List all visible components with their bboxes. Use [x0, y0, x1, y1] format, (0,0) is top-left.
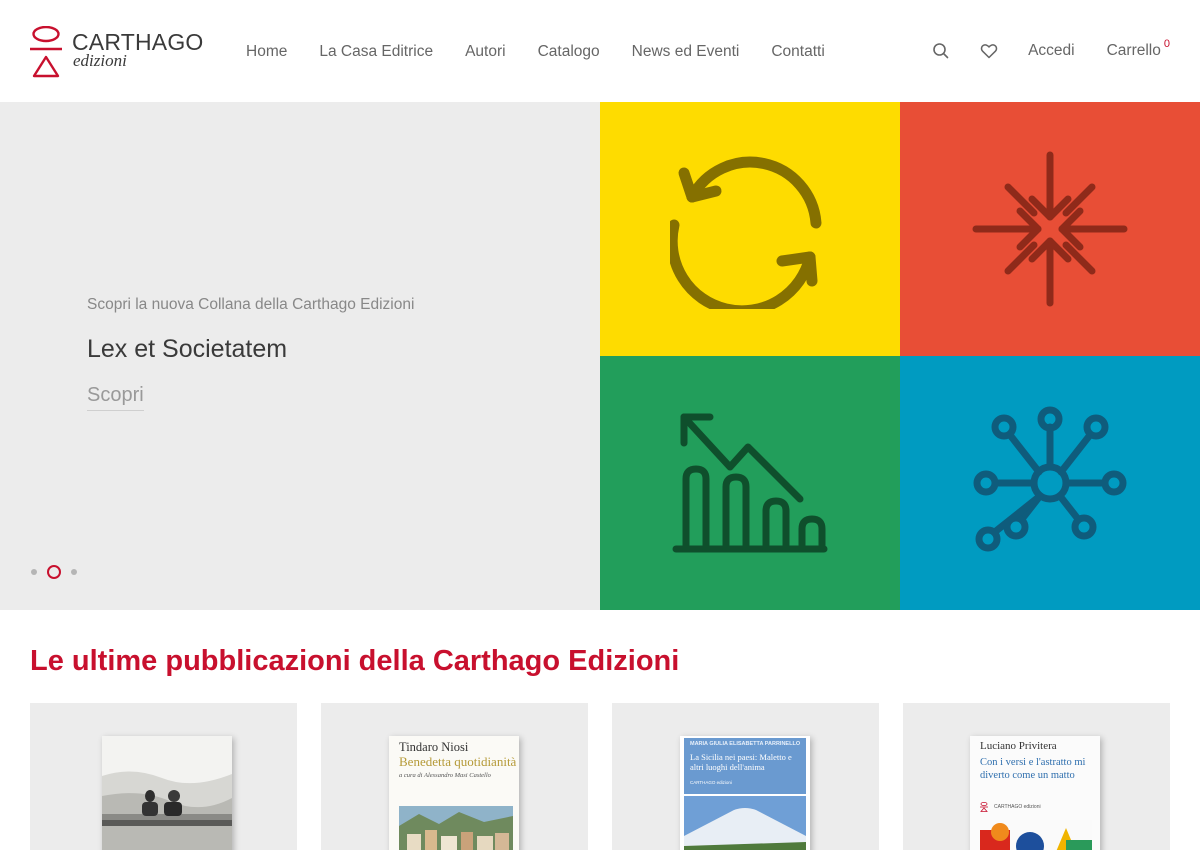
hero-tile-cycle: [600, 102, 900, 356]
book-card-2[interactable]: Tindaro Niosi Benedetta quotidianità a c…: [321, 703, 588, 850]
nav-news-eventi[interactable]: News ed Eventi: [632, 43, 740, 61]
cover-photo-town: [399, 806, 513, 850]
book-subtitle: a cura di Alessandro Masi Castello: [399, 772, 491, 779]
cart-link[interactable]: Carrello 0: [1106, 38, 1170, 60]
book-title: Con i versi e l'astratto mi diverto come…: [980, 757, 1086, 782]
heart-icon[interactable]: [980, 42, 998, 60]
book-cover-3: MARIA GIULIA ELISABETTA PARRINELLO La Si…: [680, 736, 810, 850]
hero-discover-link[interactable]: Scopri: [87, 384, 144, 411]
book-title: Benedetta quotidianità: [399, 754, 517, 769]
hero-tile-decline-chart: [600, 356, 900, 610]
nav-casa-editrice[interactable]: La Casa Editrice: [319, 43, 433, 61]
book-publisher: CARTHAGO edizioni: [994, 804, 1041, 810]
book-author: MARIA GIULIA ELISABETTA PARRINELLO: [690, 741, 801, 747]
network-hub-icon: [973, 406, 1127, 552]
hero-slider: Scopri la nuova Collana della Carthago E…: [0, 102, 1200, 610]
book-author: Tindaro Niosi: [399, 740, 469, 754]
book-cover-2: Tindaro Niosi Benedetta quotidianità a c…: [389, 736, 519, 850]
main-nav: Home La Casa Editrice Autori Catalogo Ne…: [246, 43, 825, 61]
converge-arrows-icon: [972, 151, 1128, 307]
hero-title: Lex et Societatem: [87, 335, 288, 363]
nav-autori[interactable]: Autori: [465, 43, 506, 61]
book-card-3[interactable]: MARIA GIULIA ELISABETTA PARRINELLO La Si…: [612, 703, 879, 850]
carthago-mini-logo-icon: [980, 802, 988, 812]
site-header: CARTHAGO edizioni Home La Casa Editrice …: [0, 0, 1200, 102]
book-title: La Sicilia nei paesi: Maletto e altri lu…: [690, 752, 792, 772]
slider-dots: [31, 565, 87, 579]
cycle-arrows-icon: [670, 156, 822, 309]
cover-photo-etna: [684, 796, 806, 850]
brand-logo[interactable]: CARTHAGO edizioni: [30, 26, 203, 80]
nav-home[interactable]: Home: [246, 43, 287, 61]
book-publisher: CARTHAGO edizioni: [690, 780, 732, 785]
hero-tile-converge: [900, 102, 1200, 356]
slider-dot-3[interactable]: [71, 569, 77, 575]
cart-count-badge: 0: [1163, 38, 1170, 50]
carthago-logo-icon: [30, 26, 62, 78]
cover-abstract-art: [980, 820, 1092, 850]
hero-text-panel: Scopri la nuova Collana della Carthago E…: [0, 102, 600, 610]
search-icon[interactable]: [932, 42, 950, 60]
cart-label: Carrello: [1106, 42, 1161, 59]
login-link[interactable]: Accedi: [1028, 42, 1075, 60]
header-actions: Accedi Carrello 0: [932, 38, 1170, 60]
latest-publications-list: Tindaro Niosi Benedetta quotidianità a c…: [30, 703, 1170, 850]
nav-catalogo[interactable]: Catalogo: [538, 43, 600, 61]
latest-publications-heading: Le ultime pubblicazioni della Carthago E…: [30, 645, 680, 677]
hero-kicker: Scopri la nuova Collana della Carthago E…: [87, 296, 415, 313]
hero-tile-network: [900, 356, 1200, 610]
slider-dot-1[interactable]: [31, 569, 37, 575]
brand-subtitle: edizioni: [73, 51, 127, 70]
book-cover-4: Luciano Privitera Con i versi e l'astrat…: [970, 736, 1100, 850]
book-author: Luciano Privitera: [980, 740, 1057, 752]
declining-chart-icon: [672, 413, 828, 553]
book-card-4[interactable]: Luciano Privitera Con i versi e l'astrat…: [903, 703, 1170, 850]
cover-blue-band: MARIA GIULIA ELISABETTA PARRINELLO La Si…: [684, 738, 806, 794]
book-card-1[interactable]: [30, 703, 297, 850]
cover-photo-couple: [102, 736, 232, 850]
book-cover-1: [102, 736, 232, 850]
slider-dot-2[interactable]: [47, 565, 61, 579]
nav-contatti[interactable]: Contatti: [771, 43, 824, 61]
